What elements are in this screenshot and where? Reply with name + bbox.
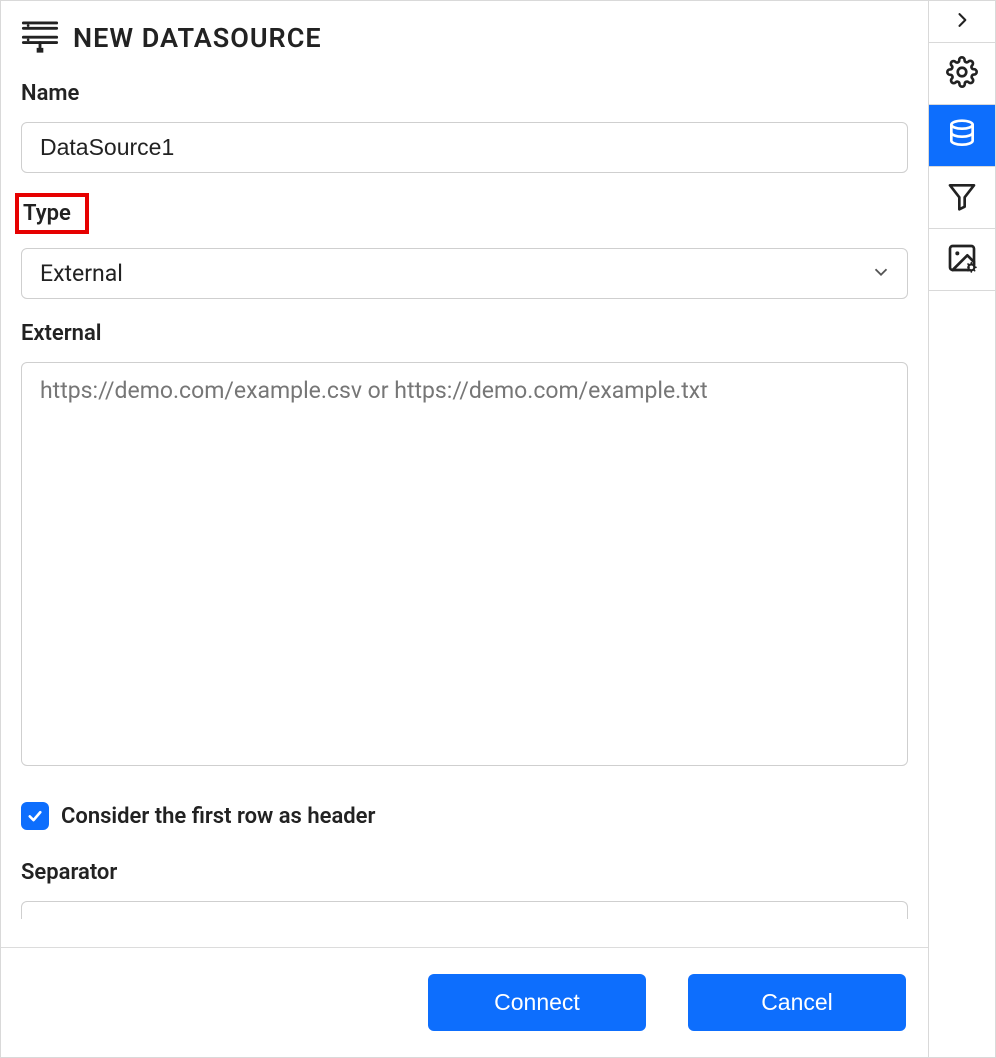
name-label: Name bbox=[21, 79, 87, 108]
header-row-checkbox[interactable] bbox=[21, 802, 49, 830]
panel-header: NEW DATASOURCE bbox=[21, 13, 908, 59]
footer: Connect Cancel bbox=[1, 947, 928, 1057]
chevron-right-icon bbox=[952, 10, 972, 34]
separator-input[interactable] bbox=[21, 901, 908, 919]
content-area: NEW DATASOURCE Name Type External bbox=[1, 1, 928, 947]
sidebar bbox=[928, 1, 995, 1057]
cancel-button[interactable]: Cancel bbox=[688, 974, 906, 1031]
name-input[interactable] bbox=[21, 122, 908, 173]
type-label: Type bbox=[15, 193, 89, 234]
sidebar-item-datasource[interactable] bbox=[929, 105, 995, 167]
panel-title: NEW DATASOURCE bbox=[73, 22, 322, 54]
datasource-icon bbox=[21, 17, 59, 59]
external-url-input[interactable] bbox=[21, 362, 908, 766]
main-panel: NEW DATASOURCE Name Type External bbox=[1, 1, 928, 1057]
sidebar-item-image-settings[interactable] bbox=[929, 229, 995, 291]
app-container: NEW DATASOURCE Name Type External bbox=[0, 0, 996, 1058]
external-field-group: External bbox=[21, 319, 908, 770]
database-icon bbox=[946, 118, 978, 154]
external-label: External bbox=[21, 319, 110, 348]
type-field-group: Type External bbox=[21, 193, 908, 299]
image-gear-icon bbox=[946, 242, 978, 278]
connect-button[interactable]: Connect bbox=[428, 974, 646, 1031]
sidebar-item-settings[interactable] bbox=[929, 43, 995, 105]
sidebar-item-collapse[interactable] bbox=[929, 1, 995, 43]
sidebar-item-filter[interactable] bbox=[929, 167, 995, 229]
type-select[interactable]: External bbox=[21, 248, 908, 299]
gear-icon bbox=[946, 56, 978, 92]
separator-field-group: Separator bbox=[21, 858, 908, 919]
header-row-checkbox-label: Consider the first row as header bbox=[61, 804, 375, 829]
separator-label: Separator bbox=[21, 858, 125, 887]
header-row-checkbox-row: Consider the first row as header bbox=[21, 802, 908, 830]
type-select-wrapper: External bbox=[21, 248, 908, 299]
name-field-group: Name bbox=[21, 79, 908, 173]
funnel-icon bbox=[946, 180, 978, 216]
